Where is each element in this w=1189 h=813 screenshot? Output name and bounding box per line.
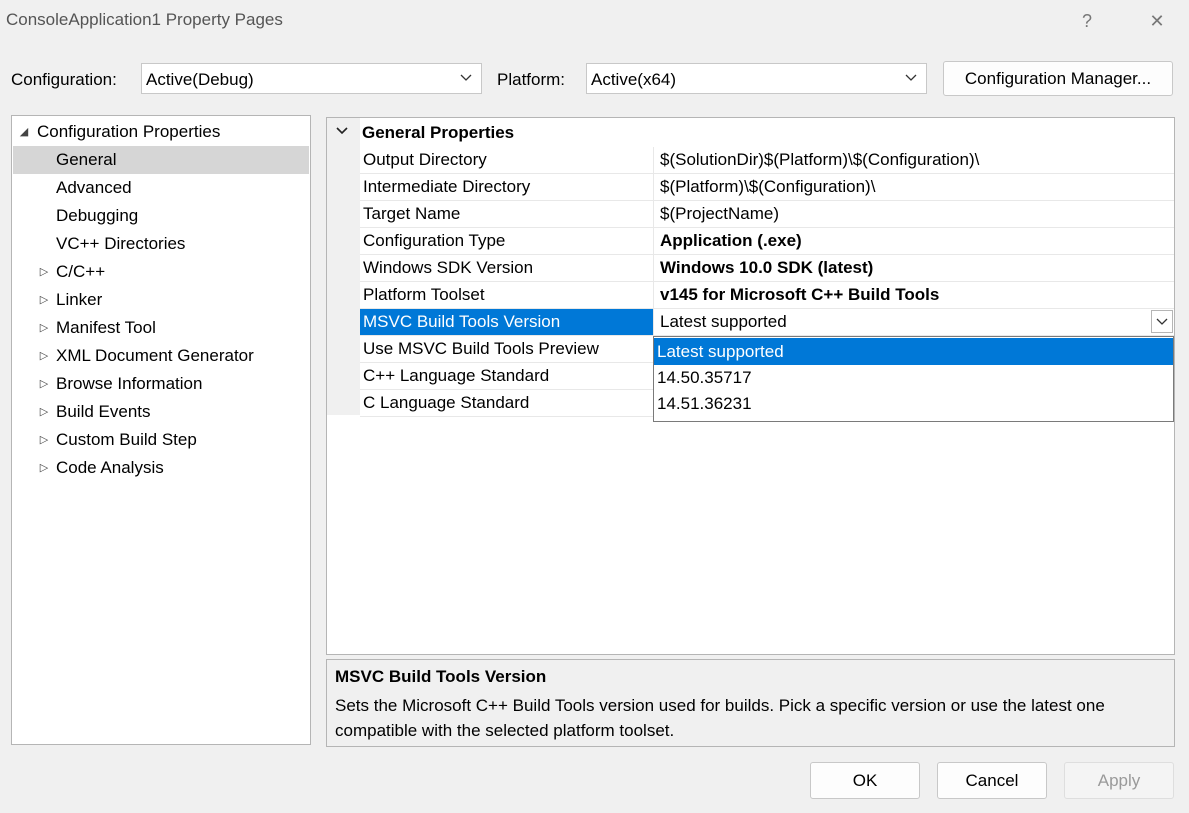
property-row-msvc-build-tools-version[interactable]: MSVC Build Tools Version Latest supporte…: [360, 309, 1174, 336]
tree-item-c-cpp[interactable]: ▷ C/C++: [13, 258, 309, 286]
platform-combo[interactable]: Active(x64): [586, 63, 927, 94]
collapsed-triangle-icon: ▷: [39, 322, 49, 334]
property-row-windows-sdk-version[interactable]: Windows SDK Version Windows 10.0 SDK (lat…: [360, 255, 1174, 282]
ok-button[interactable]: OK: [810, 762, 920, 799]
tree-item-general[interactable]: General: [13, 146, 309, 174]
help-button[interactable]: ?: [1071, 6, 1103, 36]
tree-item-advanced[interactable]: Advanced: [13, 174, 309, 202]
category-general-properties[interactable]: General Properties: [327, 118, 1174, 145]
chevron-down-icon: [905, 74, 917, 81]
category-tree: ◢ Configuration Properties General Advan…: [11, 115, 311, 745]
msvc-version-combo[interactable]: Latest supported: [653, 309, 1174, 335]
collapsed-triangle-icon: ▷: [39, 434, 49, 446]
platform-value: Active(x64): [591, 70, 677, 89]
tree-item-browse-information[interactable]: ▷ Browse Information: [13, 370, 309, 398]
chevron-down-icon: [1156, 318, 1168, 325]
tree-item-manifest-tool[interactable]: ▷ Manifest Tool: [13, 314, 309, 342]
msvc-version-dropdown-list: Latest supported 14.50.35717 14.51.36231: [653, 336, 1174, 422]
description-text: Sets the Microsoft C++ Build Tools versi…: [335, 696, 1105, 740]
description-panel: MSVC Build Tools Version Sets the Micros…: [326, 659, 1175, 747]
tree-item-debugging[interactable]: Debugging: [13, 202, 309, 230]
tree-item-vc-directories[interactable]: VC++ Directories: [13, 230, 309, 258]
collapsed-triangle-icon: ▷: [39, 462, 49, 474]
window-title: ConsoleApplication1 Property Pages: [6, 10, 283, 29]
chevron-down-icon: [336, 127, 348, 135]
tree-item-linker[interactable]: ▷ Linker: [13, 286, 309, 314]
description-heading: MSVC Build Tools Version: [335, 667, 547, 686]
collapsed-triangle-icon: ▷: [39, 378, 49, 390]
collapsed-triangle-icon: ▷: [39, 406, 49, 418]
tree-item-code-analysis[interactable]: ▷ Code Analysis: [13, 454, 309, 482]
grid-gutter: [327, 118, 360, 415]
close-button[interactable]: ✕: [1141, 6, 1173, 36]
dropdown-option-14-50-35717[interactable]: 14.50.35717: [654, 364, 1173, 391]
tree-item-configuration-properties[interactable]: ◢ Configuration Properties: [13, 118, 309, 146]
configuration-manager-button[interactable]: Configuration Manager...: [943, 61, 1173, 96]
configuration-label: Configuration:: [11, 70, 117, 89]
collapsed-triangle-icon: ▷: [39, 294, 49, 306]
property-row-output-directory[interactable]: Output Directory $(SolutionDir)$(Platform…: [360, 147, 1174, 174]
platform-label: Platform:: [497, 70, 566, 89]
collapsed-triangle-icon: ▷: [39, 266, 49, 278]
property-row-target-name[interactable]: Target Name $(ProjectName): [360, 201, 1174, 228]
dropdown-option-14-51-36231[interactable]: 14.51.36231: [654, 390, 1173, 417]
expanded-triangle-icon: ◢: [19, 126, 29, 138]
tree-item-custom-build-step[interactable]: ▷ Custom Build Step: [13, 426, 309, 454]
chevron-down-icon: [460, 74, 472, 81]
apply-button[interactable]: Apply: [1064, 762, 1174, 799]
property-row-intermediate-directory[interactable]: Intermediate Directory $(Platform)\$(Conf…: [360, 174, 1174, 201]
dropdown-option-latest-supported[interactable]: Latest supported: [654, 338, 1173, 365]
tree-item-build-events[interactable]: ▷ Build Events: [13, 398, 309, 426]
collapsed-triangle-icon: ▷: [39, 350, 49, 362]
tree-item-xml-document-generator[interactable]: ▷ XML Document Generator: [13, 342, 309, 370]
property-row-platform-toolset[interactable]: Platform Toolset v145 for Microsoft C++ B…: [360, 282, 1174, 309]
dropdown-button[interactable]: [1151, 310, 1173, 333]
configuration-combo[interactable]: Active(Debug): [141, 63, 482, 94]
property-row-configuration-type[interactable]: Configuration Type Application (.exe): [360, 228, 1174, 255]
configuration-value: Active(Debug): [146, 70, 254, 89]
cancel-button[interactable]: Cancel: [937, 762, 1047, 799]
